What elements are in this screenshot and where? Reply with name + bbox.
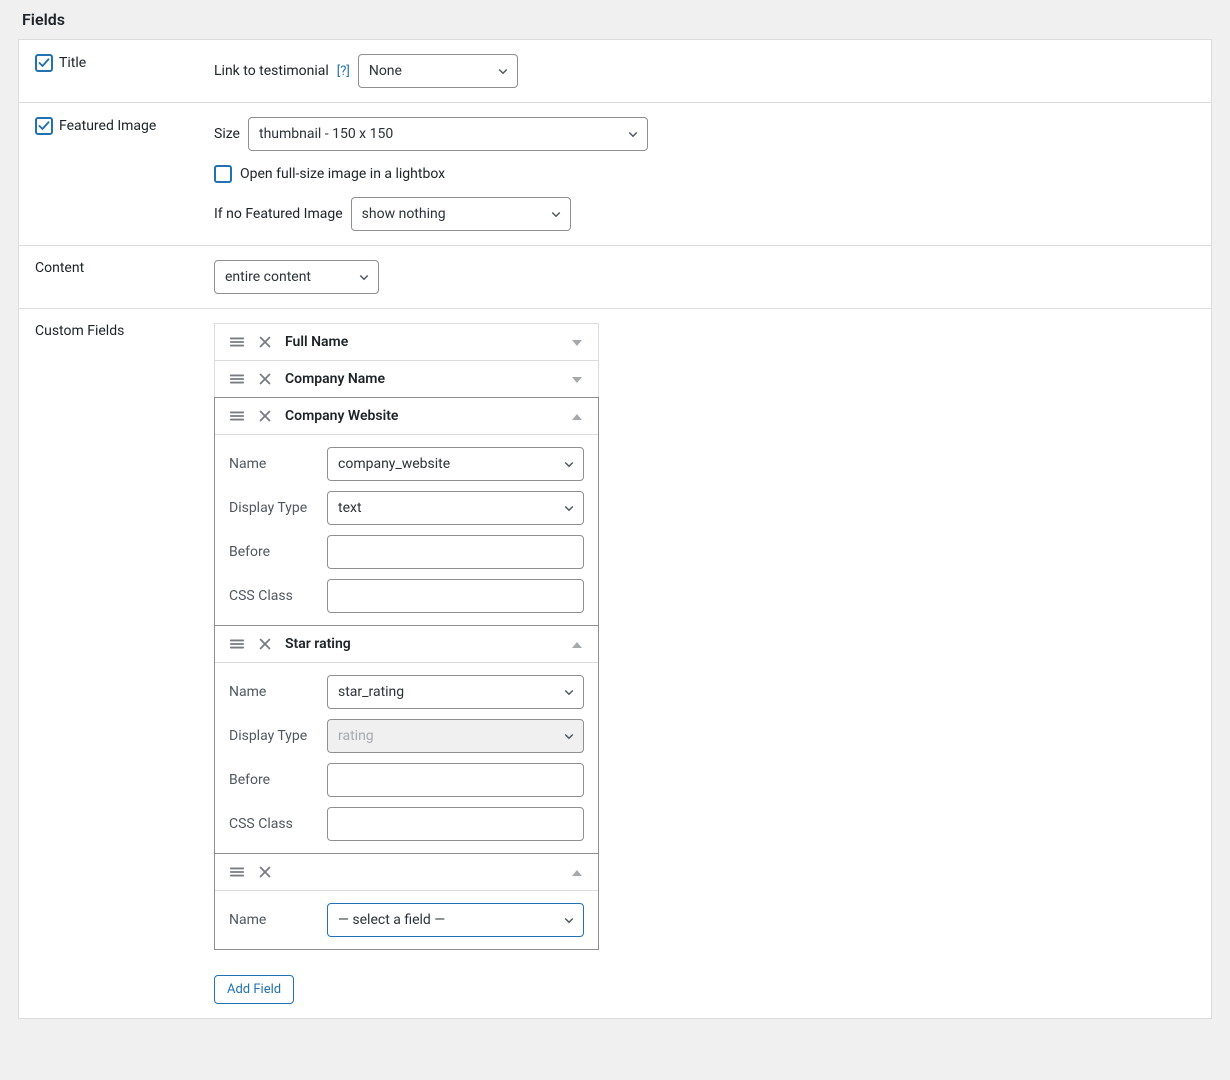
drag-handle-icon[interactable] — [229, 371, 245, 387]
if-no-featured-image-select[interactable]: show nothing — [351, 197, 571, 231]
custom-field-body: Name star_rating Display Type rating Before C… — [215, 662, 598, 853]
display-type-label: Display Type — [229, 500, 319, 516]
link-to-testimonial-value: None — [369, 63, 402, 79]
chevron-down-icon — [563, 914, 575, 926]
css-class-label: CSS Class — [229, 588, 319, 604]
custom-fields-label: Custom Fields — [35, 323, 124, 339]
custom-field-title: Full Name — [285, 334, 558, 350]
chevron-down-icon — [563, 686, 575, 698]
title-checkbox-label: Title — [59, 55, 86, 71]
custom-field-item: Company Name — [214, 360, 599, 398]
size-value: thumbnail - 150 x 150 — [259, 126, 393, 142]
row-featured-image: Featured Image Size thumbnail - 150 x 15… — [19, 103, 1211, 246]
custom-field-item: Star rating Name star_rating Display Type ra… — [214, 625, 599, 854]
before-label: Before — [229, 544, 319, 560]
name-label: Name — [229, 684, 319, 700]
remove-icon[interactable] — [257, 408, 273, 424]
lightbox-label: Open full-size image in a lightbox — [240, 166, 445, 182]
css-class-input[interactable] — [327, 579, 584, 613]
display-type-label: Display Type — [229, 728, 319, 744]
before-label: Before — [229, 772, 319, 788]
chevron-down-icon — [563, 730, 575, 742]
featured-image-checkbox[interactable] — [35, 117, 53, 135]
toggle-icon[interactable] — [570, 864, 584, 880]
custom-field-title: Star rating — [285, 636, 558, 652]
css-class-input[interactable] — [327, 807, 584, 841]
row-custom-fields: Custom Fields Full Name Company Name Compa… — [19, 309, 1211, 1018]
panel-title: Fields — [18, 10, 1212, 39]
name-value: company_website — [338, 456, 450, 472]
row-content: Content entire content — [19, 246, 1211, 309]
content-select[interactable]: entire content — [214, 260, 379, 294]
custom-field-header: Star rating — [215, 626, 598, 662]
chevron-down-icon — [550, 208, 562, 220]
custom-field-body: Name company_website Display Type text Befor… — [215, 434, 598, 625]
name-value: — select a field — — [338, 912, 445, 928]
custom-field-header — [215, 854, 598, 890]
name-select[interactable]: — select a field — — [327, 903, 584, 937]
toggle-icon[interactable] — [570, 334, 584, 350]
css-class-label: CSS Class — [229, 816, 319, 832]
drag-handle-icon[interactable] — [229, 334, 245, 350]
display-type-select[interactable]: text — [327, 491, 584, 525]
if-no-featured-image-value: show nothing — [362, 206, 446, 222]
before-input[interactable] — [327, 535, 584, 569]
row-title: Title Link to testimonial [?] None — [19, 40, 1211, 103]
name-label: Name — [229, 456, 319, 472]
custom-field-item: Company Website Name company_website Displa… — [214, 397, 599, 626]
remove-icon[interactable] — [257, 371, 273, 387]
drag-handle-icon[interactable] — [229, 408, 245, 424]
remove-icon[interactable] — [257, 636, 273, 652]
content-value: entire content — [225, 269, 311, 285]
drag-handle-icon[interactable] — [229, 864, 245, 880]
fields-panel: Title Link to testimonial [?] None — [18, 39, 1212, 1019]
name-select[interactable]: star_rating — [327, 675, 584, 709]
add-field-button[interactable]: Add Field — [214, 975, 294, 1004]
custom-field-title: Company Website — [285, 408, 558, 424]
custom-field-header: Company Name — [215, 361, 598, 397]
link-to-testimonial-select[interactable]: None — [358, 54, 518, 88]
custom-field-header: Company Website — [215, 398, 598, 434]
chevron-down-icon — [358, 271, 370, 283]
remove-icon[interactable] — [257, 334, 273, 350]
chevron-down-icon — [627, 128, 639, 140]
chevron-down-icon — [563, 458, 575, 470]
toggle-icon[interactable] — [570, 371, 584, 387]
title-checkbox[interactable] — [35, 54, 53, 72]
before-input[interactable] — [327, 763, 584, 797]
size-label: Size — [214, 126, 240, 142]
toggle-icon[interactable] — [570, 636, 584, 652]
size-select[interactable]: thumbnail - 150 x 150 — [248, 117, 648, 151]
custom-fields-list: Full Name Company Name Company Website Name… — [214, 323, 599, 949]
link-to-testimonial-label: Link to testimonial — [214, 63, 329, 79]
custom-field-body: Name — select a field — — [215, 890, 598, 949]
featured-image-checkbox-label: Featured Image — [59, 118, 156, 134]
toggle-icon[interactable] — [570, 408, 584, 424]
drag-handle-icon[interactable] — [229, 636, 245, 652]
name-value: star_rating — [338, 684, 404, 700]
help-icon[interactable]: [?] — [337, 64, 350, 79]
chevron-down-icon — [563, 502, 575, 514]
chevron-down-icon — [497, 65, 509, 77]
custom-field-item: Name — select a field — — [214, 853, 599, 950]
custom-field-header: Full Name — [215, 324, 598, 360]
lightbox-checkbox[interactable] — [214, 165, 232, 183]
custom-field-item: Full Name — [214, 323, 599, 361]
custom-field-title: Company Name — [285, 371, 558, 387]
content-label: Content — [35, 260, 84, 276]
if-no-featured-image-label: If no Featured Image — [214, 206, 343, 222]
name-label: Name — [229, 912, 319, 928]
remove-icon[interactable] — [257, 864, 273, 880]
name-select[interactable]: company_website — [327, 447, 584, 481]
display-type-select: rating — [327, 719, 584, 753]
display-type-value: rating — [338, 728, 374, 744]
display-type-value: text — [338, 500, 362, 516]
